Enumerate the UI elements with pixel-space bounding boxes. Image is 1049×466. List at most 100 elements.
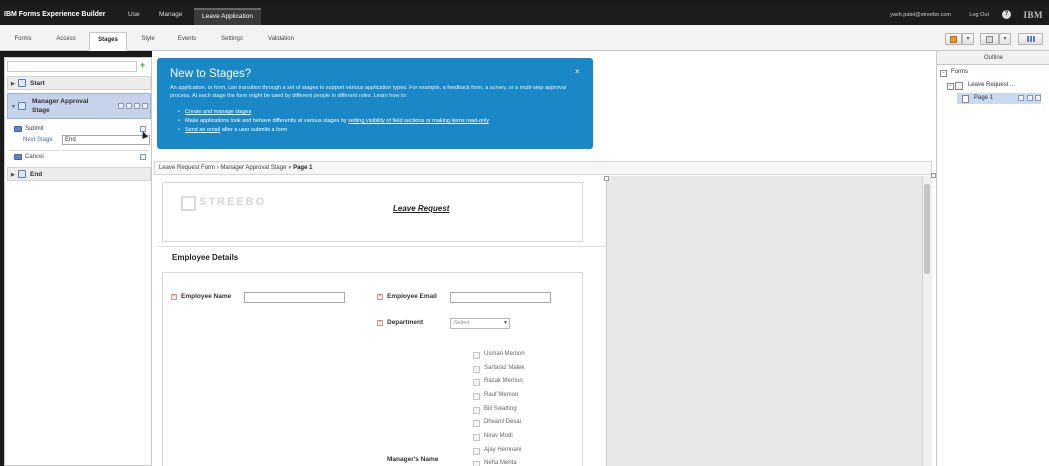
tab-settings[interactable]: Settings [210, 32, 254, 51]
manager-option: Ajay Hemnani [484, 447, 522, 453]
manager-option: Rauf Memon [484, 392, 519, 398]
tab-events[interactable]: Events [168, 32, 206, 51]
preview-icon [986, 36, 993, 43]
stage-start[interactable]: ▶ Start [7, 76, 151, 90]
breadcrumb-path: Leave Request Form › Manager Approval St… [159, 165, 294, 171]
page-options-icon[interactable] [1035, 95, 1041, 101]
manager-checkbox[interactable] [473, 366, 480, 373]
edit-action-icon[interactable] [140, 154, 146, 160]
bullet-text: after a user submits a form [220, 127, 288, 133]
save-dropdown-button[interactable]: ▾ [962, 33, 974, 45]
manager-option: Usman Memon [484, 351, 525, 357]
save-button[interactable] [945, 33, 962, 45]
collapse-icon[interactable]: − [947, 83, 954, 90]
nav-use[interactable]: Use [128, 11, 140, 18]
stage-icon [18, 79, 26, 87]
action-cancel[interactable]: Cancel [25, 154, 44, 160]
nav-manage[interactable]: Manage [159, 11, 183, 18]
expand-arrow-icon[interactable]: ▶ [11, 81, 15, 87]
canvas-gutter [607, 176, 929, 466]
user-email: yash.patel@streebo.com [890, 12, 951, 18]
info-title: New to Stages? [170, 68, 252, 80]
delete-stage-icon[interactable] [142, 103, 148, 109]
employee-email-label: Employee Email [387, 293, 437, 300]
streebo-logo-icon [181, 196, 196, 211]
outline-item-forms[interactable]: Forms [951, 69, 968, 75]
expand-arrow-icon[interactable]: ▶ [11, 172, 15, 178]
bullet-text: Make applications look and behave differ… [185, 118, 349, 124]
tab-validation[interactable]: Validation [258, 32, 304, 51]
copy-page-icon[interactable] [1027, 95, 1033, 101]
create-manage-stages-link[interactable]: Create and manage stages [185, 109, 251, 115]
required-icon: * [377, 320, 383, 326]
help-icon[interactable]: ? [1002, 10, 1011, 19]
logout-link[interactable]: Log Out [969, 12, 989, 18]
manager-checkbox[interactable] [473, 461, 480, 466]
move-down-icon[interactable] [134, 103, 140, 109]
info-bullet: Send an email after a user submits a for… [178, 127, 288, 133]
info-bullet: Create and manage stages [178, 109, 251, 115]
manager-checkbox[interactable] [473, 352, 480, 359]
manager-checkbox[interactable] [473, 448, 480, 455]
department-select[interactable]: Select [450, 318, 510, 329]
stage-icon [18, 170, 26, 178]
form-icon [955, 82, 963, 90]
manager-checkbox[interactable] [473, 434, 480, 441]
edit-stage-icon[interactable] [118, 103, 124, 109]
employee-email-input[interactable] [450, 292, 551, 303]
section-title: Employee Details [172, 253, 239, 262]
edit-page-icon[interactable] [1018, 95, 1024, 101]
new-to-stages-info-box: New to Stages? × An application, or form… [157, 58, 593, 149]
info-bullet: Make applications look and behave differ… [178, 118, 489, 124]
close-icon[interactable]: × [575, 67, 580, 76]
manager-option: Razak Memon [484, 378, 523, 384]
tab-stages[interactable]: Stages [89, 32, 127, 51]
add-stage-icon[interactable]: + [140, 61, 149, 70]
layout-button[interactable] [1018, 33, 1043, 45]
collapse-arrow-icon[interactable]: ▼ [11, 104, 16, 110]
employee-name-input[interactable] [244, 292, 345, 303]
tab-forms[interactable]: Forms [6, 32, 40, 51]
nav-leave-application[interactable]: Leave Application [194, 8, 261, 25]
tab-access[interactable]: Access [46, 32, 86, 51]
next-stage-label: Next Stage [23, 137, 53, 143]
managers-name-label: Manager's Name [387, 456, 439, 463]
required-icon: * [171, 294, 177, 300]
preview-dropdown-button[interactable]: ▾ [999, 33, 1011, 45]
stage-name-input[interactable] [7, 61, 137, 72]
chevron-down-icon: ▼ [503, 320, 508, 326]
stage-label: Manager Approval Stage [32, 98, 89, 114]
visibility-settings-link[interactable]: setting visibility of field sections or … [348, 118, 489, 124]
manager-checkbox[interactable] [473, 407, 480, 414]
move-up-icon[interactable] [126, 103, 132, 109]
manager-checkbox[interactable] [473, 379, 480, 386]
tab-style[interactable]: Style [131, 32, 165, 51]
resize-handle-icon[interactable] [604, 176, 609, 181]
scrollbar-thumb[interactable] [924, 184, 930, 274]
action-submit[interactable]: Submit [25, 126, 44, 132]
stage-end[interactable]: ▶ End [7, 167, 151, 181]
preview-button[interactable] [980, 33, 999, 45]
grid-icon [1026, 36, 1035, 42]
action-icon [14, 126, 22, 132]
breadcrumb-current: Page 1 [293, 165, 313, 171]
manager-checkbox[interactable] [473, 393, 480, 400]
stage-label: End [30, 171, 43, 178]
form-header-section[interactable] [162, 182, 583, 242]
outline-panel: Outline − Forms − Leave Request ... Page… [936, 51, 1049, 466]
manager-option: Sarfaraz Malek [484, 365, 525, 371]
employee-name-label: Employee Name [181, 293, 232, 300]
stage-icon [18, 102, 26, 110]
page-icon [962, 95, 969, 103]
next-stage-select[interactable]: End [62, 135, 150, 145]
collapse-icon[interactable]: − [940, 70, 947, 77]
form-title: Leave Request [393, 204, 450, 213]
manager-option: Bill Swatting [484, 406, 517, 412]
manager-checkbox[interactable] [473, 420, 480, 427]
outline-item-page-1[interactable]: Page 1 [974, 95, 993, 101]
department-label: Department [387, 319, 424, 326]
outline-item-leave-request[interactable]: Leave Request ... [968, 82, 1015, 88]
send-email-link[interactable]: Send an email [185, 127, 220, 133]
stage-manager-approval[interactable]: ▼ Manager Approval Stage [7, 93, 151, 119]
divider [158, 246, 607, 247]
